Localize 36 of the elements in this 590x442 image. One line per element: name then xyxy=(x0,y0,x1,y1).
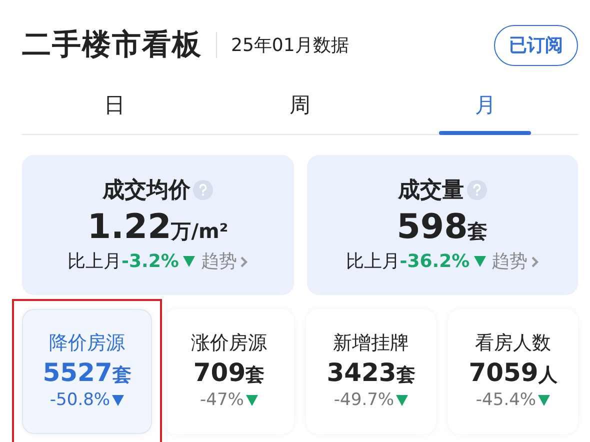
metric-title: 涨价房源 xyxy=(191,331,267,356)
metric-title: 新增挂牌 xyxy=(333,331,409,356)
change-percent: -50.8% xyxy=(50,388,110,412)
chevron-right-icon xyxy=(240,256,248,268)
metric-title: 降价房源 xyxy=(49,331,125,356)
compare-label: 比上月 xyxy=(346,250,400,274)
metric-card[interactable]: 新增挂牌 3423套 -49.7% xyxy=(306,308,436,434)
change-percent: -49.7% xyxy=(334,388,394,412)
metric-value: 1.22万/m² xyxy=(87,208,228,246)
metric-title: 看房人数 xyxy=(475,331,551,356)
change-percent: -3.2% xyxy=(122,250,179,274)
chevron-right-icon xyxy=(530,256,539,268)
metric-card[interactable]: 涨价房源 709套 -47% xyxy=(164,308,294,434)
metric-card[interactable]: 成交量 598套 比上月-36.2% 趋势 xyxy=(306,154,578,294)
tab[interactable]: 月 xyxy=(392,82,578,134)
change-percent: -36.2% xyxy=(400,250,470,274)
metric-value: 5527套 xyxy=(42,358,132,388)
compare-label: 比上月 xyxy=(68,250,122,274)
metric-card[interactable]: 成交均价 1.22万/m² 比上月-3.2% 趋势 xyxy=(22,154,294,294)
tab[interactable]: 周 xyxy=(207,82,393,134)
metric-value: 3423套 xyxy=(326,358,416,388)
help-icon[interactable] xyxy=(466,180,487,200)
change-percent: -47% xyxy=(200,388,244,412)
page-title: 二手楼市看板 xyxy=(22,26,202,64)
metric-value: 7059人 xyxy=(468,358,558,388)
metric-value: 709套 xyxy=(193,358,265,388)
data-period: 25年01月数据 xyxy=(231,34,349,58)
metric-title: 成交均价 xyxy=(102,176,190,205)
help-icon[interactable] xyxy=(193,180,214,200)
metric-value: 598套 xyxy=(396,208,488,246)
metric-card[interactable]: 看房人数 7059人 -45.4% xyxy=(448,308,578,434)
metric-title: 成交量 xyxy=(398,176,464,205)
metric-card[interactable]: 降价房源 5527套 -50.8% xyxy=(22,308,152,434)
change-percent: -45.4% xyxy=(476,388,536,412)
tab[interactable]: 日 xyxy=(22,82,208,134)
subscribed-button[interactable]: 已订阅 xyxy=(494,24,578,66)
